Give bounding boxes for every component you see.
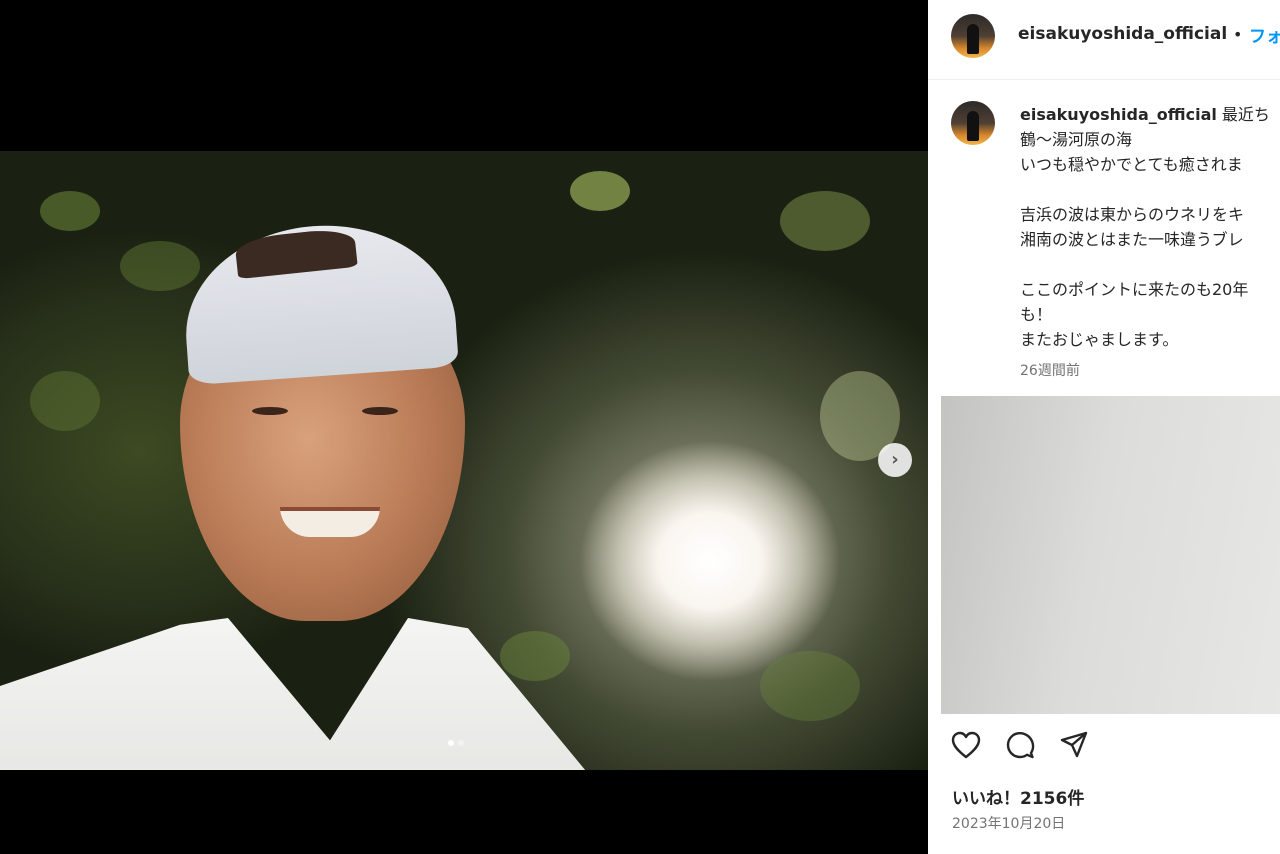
header-username[interactable]: eisakuyoshida_official <box>1018 24 1227 44</box>
comment-icon <box>1006 732 1035 759</box>
caption-line: いつも穏やかでとても癒されま <box>1020 155 1243 174</box>
post-header: eisakuyoshida_official • フォ <box>928 0 1280 80</box>
post-caption: eisakuyoshida_official 最近ち 鶴〜湯河原の海 いつも穏や… <box>1020 102 1280 352</box>
carousel-indicator <box>448 740 464 746</box>
post-date[interactable]: 2023年10月20日 <box>952 813 1065 833</box>
caption-avatar[interactable] <box>951 101 995 145</box>
comment-button[interactable] <box>1004 729 1036 761</box>
header-separator: • <box>1233 25 1243 44</box>
caption-username[interactable]: eisakuyoshida_official <box>1020 105 1217 124</box>
avatar[interactable] <box>951 14 995 58</box>
post-side-panel: eisakuyoshida_official • フォ eisakuyoshid… <box>928 0 1280 854</box>
action-bar <box>950 728 1090 762</box>
next-photo-button[interactable]: › <box>878 443 912 477</box>
caption-line: も！ <box>1020 305 1053 324</box>
carousel-dot <box>448 740 454 746</box>
media-viewer: › <box>0 0 928 854</box>
caption-line: またおじゃまします。 <box>1020 330 1179 349</box>
heart-icon <box>951 731 981 759</box>
chevron-right-icon: › <box>891 449 899 470</box>
comment-preview-image <box>941 396 1280 714</box>
carousel-dot <box>458 740 464 746</box>
share-icon <box>1060 731 1088 758</box>
caption-time[interactable]: 26週間前 <box>1020 360 1080 380</box>
caption-line: ここのポイントに来たのも20年 <box>1020 280 1249 299</box>
like-button[interactable] <box>950 729 982 761</box>
post-photo <box>0 151 928 770</box>
follow-button[interactable]: フォ <box>1249 22 1280 47</box>
caption-line: 最近ち <box>1216 105 1270 124</box>
caption-line: 湘南の波とはまた一味違うブレ <box>1020 230 1244 249</box>
like-count[interactable]: いいね！2156件 <box>952 784 1084 809</box>
caption-line: 鶴〜湯河原の海 <box>1020 130 1133 149</box>
caption-line: 吉浜の波は東からのウネリをキ <box>1020 205 1245 224</box>
share-button[interactable] <box>1058 729 1090 761</box>
